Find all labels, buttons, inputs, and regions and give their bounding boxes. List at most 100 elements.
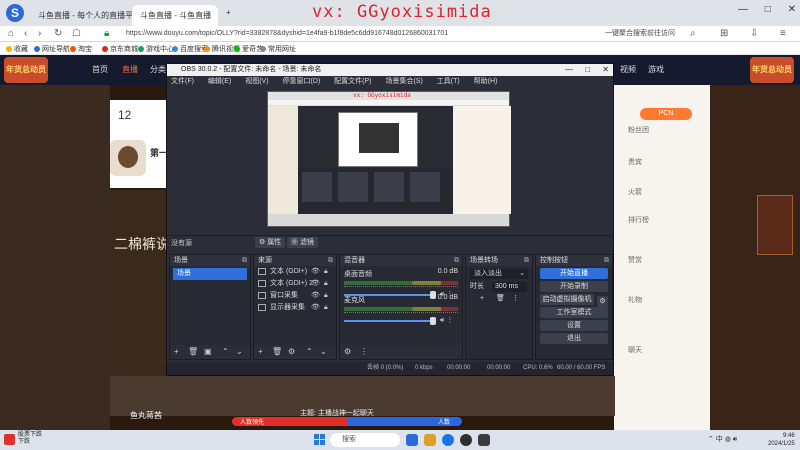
dock-float-icon[interactable]: ⧉ — [454, 255, 459, 266]
visibility-eye-icon[interactable]: 👁︎ — [311, 302, 320, 314]
back-icon[interactable]: ‹ — [24, 28, 27, 39]
remove-icon[interactable]: 🗑︎ — [272, 347, 282, 356]
gift-banner[interactable] — [757, 195, 793, 255]
advanced-audio-icon[interactable]: ⚙ — [344, 347, 351, 356]
nav-game[interactable]: 游戏 — [648, 64, 664, 75]
taskbar-search[interactable]: 搜索 — [330, 433, 400, 447]
pcn-button[interactable]: PCN — [640, 108, 692, 120]
lock-icon[interactable]: 🔒︎ — [324, 266, 328, 278]
menu-file[interactable]: 文件(F) — [171, 78, 194, 85]
url-field[interactable]: https://www.douyu.com/topic/OLLY?rid=338… — [126, 28, 456, 40]
reload-icon[interactable]: ↻ — [54, 28, 62, 39]
move-up-icon[interactable]: ⌃ — [222, 347, 229, 356]
windows-start-icon[interactable] — [314, 434, 325, 445]
menu-help[interactable]: 帮助(H) — [474, 78, 498, 85]
add-icon[interactable]: + — [174, 347, 179, 356]
source-item[interactable]: 窗口采集 👁︎ 🔒︎ — [254, 290, 336, 302]
move-down-icon[interactable]: ⌄ — [236, 347, 243, 356]
obs-app-icon[interactable] — [460, 434, 472, 446]
virtual-camera-button[interactable]: 启动虚拟摄像机 — [540, 294, 594, 305]
remove-icon[interactable]: 🗑︎ — [188, 347, 198, 356]
visibility-eye-icon[interactable]: 👁︎ — [311, 266, 320, 278]
browser-logo-icon[interactable]: S — [6, 4, 24, 22]
filters-button[interactable]: ▦ 滤镜 — [287, 237, 318, 248]
remove-icon[interactable]: 🗑︎ — [496, 294, 505, 304]
source-item[interactable]: 文本 (GDI+) 👁︎ 🔒︎ — [254, 266, 336, 278]
menu-tools[interactable]: 工具(T) — [437, 78, 460, 85]
dock-float-icon[interactable]: ⧉ — [242, 255, 247, 266]
bookmark-item[interactable]: 京东商城 — [102, 44, 138, 54]
duration-field[interactable]: 300 ms — [492, 282, 527, 292]
folder-icon[interactable] — [424, 434, 436, 446]
dock-float-icon[interactable]: ⧉ — [604, 255, 609, 266]
home-icon[interactable]: ⌂ — [8, 28, 14, 39]
menu-profile[interactable]: 配置文件(P) — [334, 78, 371, 85]
close-icon[interactable]: ✕ — [602, 65, 609, 74]
nav-live[interactable]: 直播 — [122, 64, 138, 75]
nav-video[interactable]: 视频 — [620, 64, 636, 75]
file-explorer-icon[interactable] — [406, 434, 418, 446]
source-item[interactable]: 文本 (GDI+) 2 👁︎ 🔒︎ — [254, 278, 336, 290]
properties-button[interactable]: ⚙ 属性 — [255, 237, 286, 248]
scene-item[interactable]: 场景 — [173, 268, 247, 280]
add-icon[interactable]: + — [258, 347, 263, 356]
widget-text[interactable]: 股票下跌 下跌 — [18, 432, 42, 446]
download-icon[interactable]: ⇩ — [750, 28, 758, 39]
lock-icon[interactable]: 🔒︎ — [324, 278, 328, 290]
menu-edit[interactable]: 编辑(E) — [208, 78, 231, 85]
speaker-icon[interactable]: 🔊︎ ⋮ — [440, 316, 453, 325]
transition-select[interactable]: 淡入淡出 ⌄ — [470, 269, 528, 279]
maximize-icon[interactable]: □ — [585, 65, 590, 74]
menu-view[interactable]: 视图(V) — [245, 78, 268, 85]
promo-banner-right[interactable]: 年货总动员 — [750, 57, 794, 83]
bookmark-item[interactable]: 收藏 — [6, 44, 28, 54]
settings-button[interactable]: 设置 — [540, 320, 608, 331]
menu-scene-collection[interactable]: 场景集合(S) — [385, 78, 422, 85]
browser-tab-1[interactable]: 斗鱼直播 - 每个人的直播平台× — [30, 5, 140, 26]
source-item[interactable]: 显示器采集 👁︎ 🔒︎ — [254, 302, 336, 314]
minimize-icon[interactable]: — — [565, 65, 573, 74]
menu-docks[interactable]: 停靠窗口(D) — [283, 78, 321, 85]
anchor-avatar[interactable] — [110, 140, 146, 176]
dock-float-icon[interactable]: ⧉ — [524, 255, 529, 266]
add-icon[interactable]: + — [480, 294, 484, 304]
system-clock[interactable]: 9:46 2024/1/25 — [768, 432, 795, 448]
dock-float-icon[interactable]: ⧉ — [328, 255, 333, 266]
obs-preview[interactable]: vx: GGyoxisimida — [267, 91, 511, 227]
home-page-icon[interactable]: ☖ — [72, 28, 81, 39]
maximize-icon[interactable]: □ — [765, 4, 771, 15]
minimize-icon[interactable]: — — [738, 4, 748, 15]
settings-gear-icon[interactable]: ⚙ — [288, 347, 295, 356]
browser-app-icon[interactable] — [442, 434, 454, 446]
visibility-eye-icon[interactable]: 👁︎ — [311, 278, 320, 290]
more-options-icon[interactable]: ⋮ — [360, 347, 368, 356]
lock-icon[interactable]: 🔒︎ — [324, 290, 328, 302]
slider-handle[interactable] — [430, 317, 436, 325]
extensions-icon[interactable]: ⊞ — [720, 28, 728, 39]
close-icon[interactable]: ✕ — [788, 4, 796, 15]
lock-icon[interactable]: 🔒︎ — [324, 302, 328, 314]
exit-button[interactable]: 退出 — [540, 333, 608, 344]
bookmark-item[interactable]: 淘宝 — [70, 44, 92, 54]
system-tray[interactable]: ⌃ 中 ◍ 🔊︎ — [708, 434, 737, 444]
bookmark-item[interactable]: 游戏中心 — [138, 44, 174, 54]
promo-banner-left[interactable]: 年货总动员 — [4, 57, 48, 83]
menu-icon[interactable]: ≡ — [780, 28, 786, 39]
move-up-icon[interactable]: ⌃ — [306, 347, 313, 356]
more-options-icon[interactable]: ⋮ — [512, 294, 519, 304]
studio-mode-button[interactable]: 工作室模式 — [540, 307, 608, 318]
stock-widget-icon[interactable] — [4, 434, 15, 445]
bookmark-item[interactable]: 百度搜索 — [172, 44, 208, 54]
start-recording-button[interactable]: 开始录制 — [540, 281, 608, 292]
nav-category[interactable]: 分类 — [150, 64, 166, 75]
filter-icon[interactable]: ▣ — [204, 347, 212, 356]
new-tab-button[interactable]: + — [220, 4, 237, 25]
bookmark-item[interactable]: 爱奇艺 — [234, 44, 263, 54]
search-icon[interactable]: ⌕ — [690, 28, 696, 39]
bookmark-item[interactable]: 网址导航 — [34, 44, 70, 54]
visibility-eye-icon[interactable]: 👁︎ — [311, 290, 320, 302]
start-streaming-button[interactable]: 开始直播 — [540, 268, 608, 279]
search-suggestion[interactable]: 一键聚合搜索前往访问 — [605, 28, 675, 38]
bookmark-item[interactable]: 常用网址 — [260, 44, 296, 54]
browser-tab-2[interactable]: 斗鱼直播 - 斗鱼直播× — [132, 5, 218, 26]
